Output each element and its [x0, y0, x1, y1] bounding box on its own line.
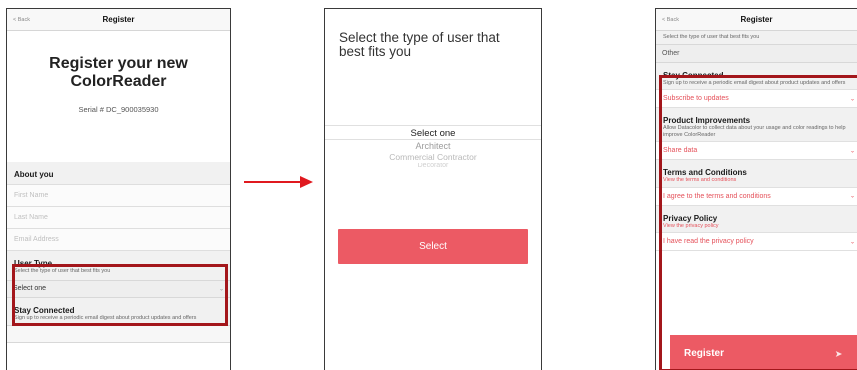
- arrow-right-icon: [244, 181, 304, 183]
- user-type-section: Select the type of user that best fits y…: [656, 31, 857, 44]
- last-name-field[interactable]: Last Name: [7, 206, 230, 228]
- nav-title: Register: [102, 15, 135, 24]
- first-name-field[interactable]: First Name: [7, 184, 230, 206]
- back-button[interactable]: < Back: [13, 17, 30, 23]
- picker-option-selected[interactable]: Select one: [325, 125, 541, 140]
- nav-bar: < Back Register: [656, 9, 857, 31]
- nav-title: Register: [740, 15, 773, 24]
- email-field[interactable]: Email Address: [7, 228, 230, 250]
- about-you-header: About you: [7, 162, 230, 184]
- picker-title: Select the type of user that best fits y…: [339, 30, 500, 59]
- picker-option[interactable]: Commercial Contractor: [325, 152, 541, 163]
- user-type-value: Other: [662, 49, 680, 57]
- picker-option[interactable]: Decorator: [325, 163, 541, 168]
- register-screen-scrolled: < Back Register Select the type of user …: [655, 8, 857, 370]
- user-type-picker-screen: Select the type of user that best fits y…: [324, 8, 542, 370]
- picker-option[interactable]: Architect: [325, 140, 541, 152]
- consent-sections-highlight: [659, 75, 857, 370]
- page-title: Register your new ColorReader: [49, 55, 188, 90]
- nav-bar: < Back Register: [7, 9, 230, 31]
- stay-connected-select[interactable]: [7, 325, 230, 343]
- serial-number: Serial # DC_900035930: [78, 105, 159, 114]
- select-button[interactable]: Select: [338, 229, 528, 264]
- register-screen-initial: < Back Register Register your new ColorR…: [6, 8, 231, 370]
- arrow-head: [300, 176, 313, 188]
- user-type-desc: Select the type of user that best fits y…: [663, 34, 760, 40]
- user-type-picker[interactable]: Select one Architect Commercial Contract…: [325, 125, 541, 168]
- user-type-highlight: [12, 264, 228, 326]
- back-button[interactable]: < Back: [662, 17, 679, 23]
- user-type-select[interactable]: Other: [656, 43, 857, 63]
- about-you-title: About you: [14, 170, 54, 179]
